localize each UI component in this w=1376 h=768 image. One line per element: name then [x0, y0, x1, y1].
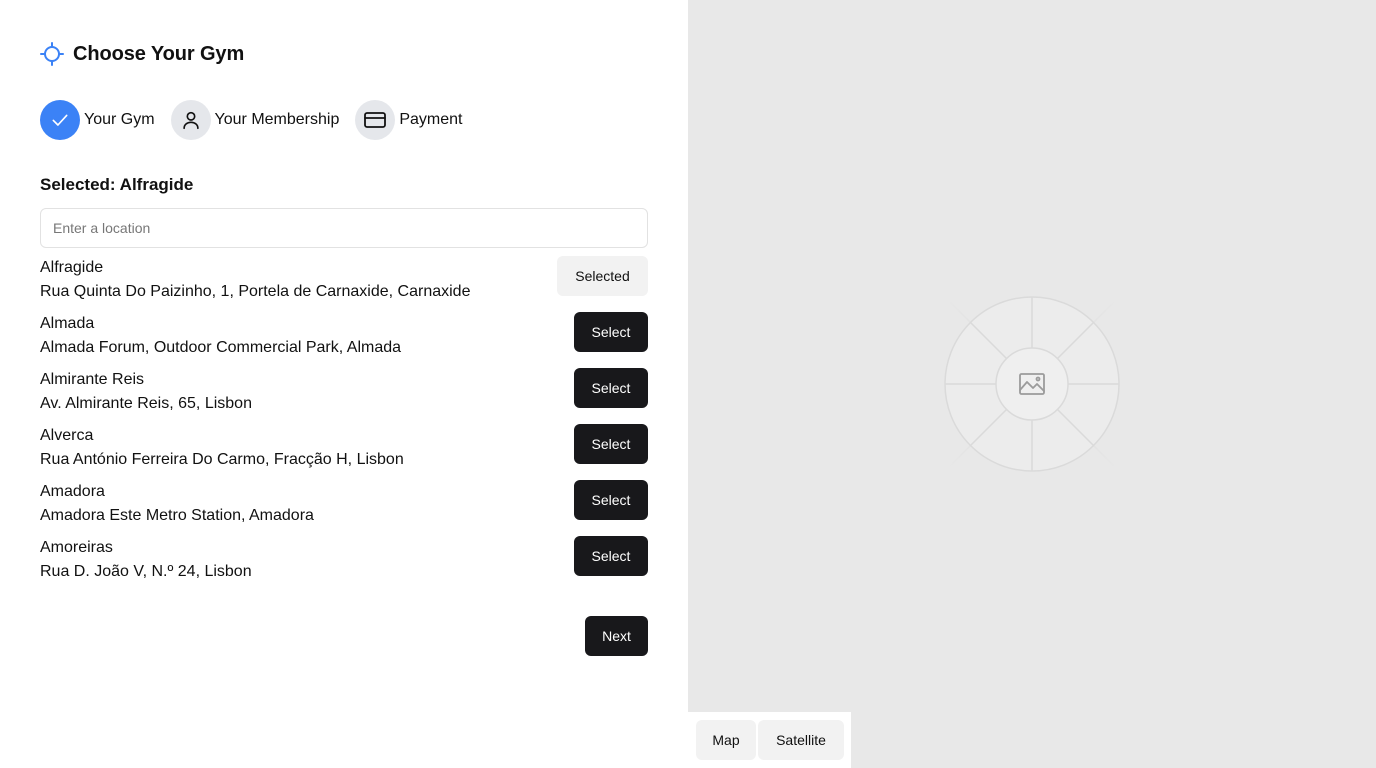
- gym-list-item: Alverca Rua António Ferreira Do Carmo, F…: [40, 424, 648, 480]
- credit-card-icon: [355, 100, 396, 140]
- map-type-toggle: Map Satellite: [688, 712, 851, 768]
- user-icon: [170, 100, 211, 140]
- step-label: Payment: [399, 111, 463, 128]
- step-your-gym[interactable]: Your Gym: [40, 100, 155, 140]
- select-button[interactable]: Select: [574, 312, 648, 352]
- gym-name: Amadora: [40, 483, 105, 500]
- gym-address: Amadora Este Metro Station, Amadora: [40, 507, 314, 524]
- step-label: Your Membership: [214, 111, 340, 128]
- gym-address: Almada Forum, Outdoor Commercial Park, A…: [40, 339, 402, 356]
- location-search-input[interactable]: [40, 208, 648, 248]
- gym-name: Alverca: [40, 427, 94, 444]
- step-label: Your Gym: [84, 111, 155, 128]
- gym-name: Amoreiras: [40, 539, 113, 556]
- image-placeholder-icon: [912, 264, 1152, 504]
- selected-gym-heading: Selected: Alfragide: [40, 175, 194, 194]
- gym-list-item: Amoreiras Rua D. João V, N.º 24, Lisbon …: [40, 536, 648, 592]
- select-button[interactable]: Select: [574, 480, 648, 520]
- satellite-view-button[interactable]: Satellite: [758, 720, 844, 760]
- selected-button[interactable]: Selected: [557, 256, 648, 296]
- gym-name: Almada: [40, 315, 95, 332]
- gym-address: Rua D. João V, N.º 24, Lisbon: [40, 563, 252, 580]
- step-your-membership[interactable]: Your Membership: [170, 100, 340, 140]
- map-view-button[interactable]: Map: [696, 720, 756, 760]
- page-title: Choose Your Gym: [73, 42, 245, 65]
- check-icon: [40, 100, 80, 140]
- gym-address: Av. Almirante Reis, 65, Lisbon: [40, 395, 252, 412]
- gym-name: Almirante Reis: [40, 371, 145, 388]
- gym-address: Rua Quinta Do Paizinho, 1, Portela de Ca…: [40, 283, 471, 300]
- gym-name: Alfragide: [40, 259, 104, 276]
- gym-address: Rua António Ferreira Do Carmo, Fracção H…: [40, 451, 404, 468]
- select-button[interactable]: Select: [574, 368, 648, 408]
- gym-list-item: Almada Almada Forum, Outdoor Commercial …: [40, 312, 648, 368]
- gym-list-item: Almirante Reis Av. Almirante Reis, 65, L…: [40, 368, 648, 424]
- gym-selection-panel: Choose Your Gym Your Gym Your Membership: [0, 0, 688, 768]
- page-header: Choose Your Gym: [40, 42, 244, 66]
- gym-list: Alfragide Rua Quinta Do Paizinho, 1, Por…: [40, 256, 648, 592]
- select-button[interactable]: Select: [574, 424, 648, 464]
- select-button[interactable]: Select: [574, 536, 648, 576]
- gym-list-item: Amadora Amadora Este Metro Station, Amad…: [40, 480, 648, 536]
- step-payment[interactable]: Payment: [355, 100, 463, 140]
- gym-list-item: Alfragide Rua Quinta Do Paizinho, 1, Por…: [40, 256, 648, 312]
- next-button[interactable]: Next: [585, 616, 648, 656]
- crosshair-icon: [40, 42, 64, 66]
- step-indicator: Your Gym Your Membership Payment: [40, 100, 479, 140]
